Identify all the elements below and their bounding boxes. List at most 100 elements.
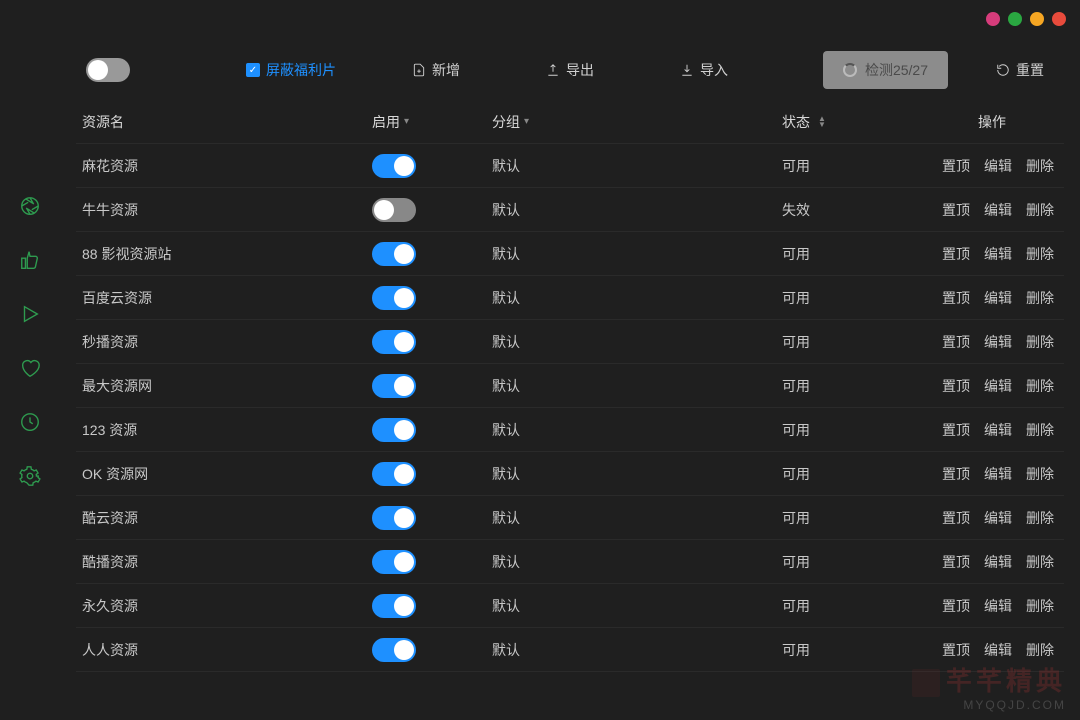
action-top[interactable]: 置顶 <box>942 376 970 396</box>
enable-toggle[interactable] <box>372 594 416 618</box>
col-enable[interactable]: 启用▾ <box>372 112 492 132</box>
heart-icon[interactable] <box>19 357 41 379</box>
enable-toggle[interactable] <box>372 506 416 530</box>
cell-group: 默认 <box>492 288 782 308</box>
action-delete[interactable]: 删除 <box>1026 244 1054 264</box>
cell-name: 永久资源 <box>82 596 372 616</box>
col-name[interactable]: 资源名 <box>82 112 372 132</box>
chevron-down-icon: ▾ <box>524 116 529 127</box>
enable-toggle[interactable] <box>372 242 416 266</box>
action-top[interactable]: 置顶 <box>942 288 970 308</box>
cell-name: 麻花资源 <box>82 156 372 176</box>
action-top[interactable]: 置顶 <box>942 156 970 176</box>
action-delete[interactable]: 删除 <box>1026 200 1054 220</box>
table-row: 酷播资源默认可用置顶编辑删除 <box>76 540 1064 584</box>
action-top[interactable]: 置顶 <box>942 420 970 440</box>
enable-toggle[interactable] <box>372 198 416 222</box>
cell-group: 默认 <box>492 420 782 440</box>
action-edit[interactable]: 编辑 <box>984 464 1012 484</box>
enable-toggle[interactable] <box>372 286 416 310</box>
minimize-button[interactable] <box>1008 12 1022 26</box>
action-delete[interactable]: 删除 <box>1026 156 1054 176</box>
action-top[interactable]: 置顶 <box>942 332 970 352</box>
action-delete[interactable]: 删除 <box>1026 552 1054 572</box>
action-edit[interactable]: 编辑 <box>984 420 1012 440</box>
close-button[interactable] <box>1052 12 1066 26</box>
action-delete[interactable]: 删除 <box>1026 332 1054 352</box>
table-row: 牛牛资源默认失效置顶编辑删除 <box>76 188 1064 232</box>
action-edit[interactable]: 编辑 <box>984 596 1012 616</box>
action-edit[interactable]: 编辑 <box>984 288 1012 308</box>
filter-label: 屏蔽福利片 <box>266 60 336 80</box>
import-button[interactable]: 导入 <box>670 60 738 80</box>
action-top[interactable]: 置顶 <box>942 640 970 660</box>
reset-button[interactable]: 重置 <box>996 60 1044 80</box>
clock-icon[interactable] <box>19 411 41 433</box>
cell-actions: 置顶编辑删除 <box>942 552 1058 572</box>
action-edit[interactable]: 编辑 <box>984 376 1012 396</box>
enable-toggle[interactable] <box>372 330 416 354</box>
action-top[interactable]: 置顶 <box>942 596 970 616</box>
enable-toggle[interactable] <box>372 550 416 574</box>
cell-status: 可用 <box>782 420 942 440</box>
action-delete[interactable]: 删除 <box>1026 464 1054 484</box>
cell-actions: 置顶编辑删除 <box>942 200 1058 220</box>
action-edit[interactable]: 编辑 <box>984 244 1012 264</box>
cell-actions: 置顶编辑删除 <box>942 288 1058 308</box>
sort-icon: ▲▼ <box>818 116 826 128</box>
action-edit[interactable]: 编辑 <box>984 200 1012 220</box>
cell-status: 可用 <box>782 508 942 528</box>
action-top[interactable]: 置顶 <box>942 508 970 528</box>
thumbs-up-icon[interactable] <box>19 249 41 271</box>
action-delete[interactable]: 删除 <box>1026 420 1054 440</box>
action-top[interactable]: 置顶 <box>942 200 970 220</box>
master-toggle[interactable] <box>86 58 130 82</box>
action-edit[interactable]: 编辑 <box>984 552 1012 572</box>
sidebar <box>0 0 60 720</box>
pin-button[interactable] <box>986 12 1000 26</box>
detect-button[interactable]: 检测25/27 <box>823 51 948 89</box>
cell-status: 可用 <box>782 596 942 616</box>
enable-toggle[interactable] <box>372 154 416 178</box>
cell-group: 默认 <box>492 508 782 528</box>
table-row: 酷云资源 默认可用置顶编辑删除 <box>76 496 1064 540</box>
export-button[interactable]: 导出 <box>536 60 604 80</box>
col-ops: 操作 <box>942 112 1058 132</box>
enable-toggle[interactable] <box>372 462 416 486</box>
chevron-down-icon: ▾ <box>404 116 409 127</box>
aperture-icon[interactable] <box>19 195 41 217</box>
window-controls <box>986 12 1066 26</box>
toolbar: ✓ 屏蔽福利片 新增 导出 导入 检测25/27 重置 <box>76 50 1064 90</box>
action-delete[interactable]: 删除 <box>1026 596 1054 616</box>
action-edit[interactable]: 编辑 <box>984 332 1012 352</box>
play-icon[interactable] <box>19 303 41 325</box>
col-status[interactable]: 状态▲▼ <box>782 112 942 132</box>
cell-actions: 置顶编辑删除 <box>942 376 1058 396</box>
table-row: 88 影视资源站默认可用置顶编辑删除 <box>76 232 1064 276</box>
action-top[interactable]: 置顶 <box>942 464 970 484</box>
cell-name: 人人资源 <box>82 640 372 660</box>
cell-name: 牛牛资源 <box>82 200 372 220</box>
cell-name: 酷云资源 <box>82 508 372 528</box>
settings-icon[interactable] <box>19 465 41 487</box>
add-button[interactable]: 新增 <box>402 60 470 80</box>
action-delete[interactable]: 删除 <box>1026 508 1054 528</box>
action-edit[interactable]: 编辑 <box>984 508 1012 528</box>
action-delete[interactable]: 删除 <box>1026 640 1054 660</box>
action-delete[interactable]: 删除 <box>1026 376 1054 396</box>
cell-status: 可用 <box>782 288 942 308</box>
cell-group: 默认 <box>492 332 782 352</box>
maximize-button[interactable] <box>1030 12 1044 26</box>
cell-actions: 置顶编辑删除 <box>942 596 1058 616</box>
col-group[interactable]: 分组▾ <box>492 112 782 132</box>
cell-status: 可用 <box>782 332 942 352</box>
enable-toggle[interactable] <box>372 374 416 398</box>
action-edit[interactable]: 编辑 <box>984 156 1012 176</box>
enable-toggle[interactable] <box>372 418 416 442</box>
filter-checkbox[interactable]: ✓ 屏蔽福利片 <box>246 60 336 80</box>
action-delete[interactable]: 删除 <box>1026 288 1054 308</box>
action-top[interactable]: 置顶 <box>942 552 970 572</box>
action-top[interactable]: 置顶 <box>942 244 970 264</box>
action-edit[interactable]: 编辑 <box>984 640 1012 660</box>
enable-toggle[interactable] <box>372 638 416 662</box>
